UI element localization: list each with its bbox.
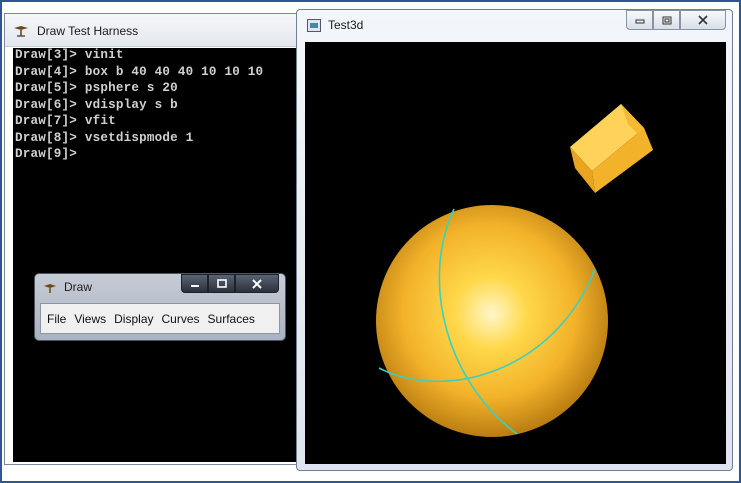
- viewer-minimize-button[interactable]: [626, 10, 653, 30]
- console-line: Draw[8]> vsetdispmode 1: [15, 130, 194, 145]
- console-output[interactable]: Draw[3]> vinit Draw[4]> box b 40 40 40 1…: [13, 48, 301, 462]
- draw-menubar: File Views Display Curves Surfaces: [40, 303, 280, 334]
- console-prompt[interactable]: Draw[9]>: [13, 147, 301, 164]
- close-button[interactable]: [235, 274, 279, 293]
- close-icon: [698, 15, 708, 25]
- viewer-title: Test3d: [328, 18, 364, 32]
- sphere-shape[interactable]: [376, 205, 608, 437]
- viewer-caption-buttons: [626, 10, 726, 30]
- menu-surfaces[interactable]: Surfaces: [208, 310, 255, 328]
- maximize-icon: [216, 279, 227, 288]
- harness-app-icon: [14, 26, 28, 37]
- console-window[interactable]: Draw Test Harness Draw[3]> vinit Draw[4]…: [4, 13, 302, 465]
- viewer-close-button[interactable]: [680, 10, 726, 30]
- menu-views[interactable]: Views: [74, 310, 106, 328]
- viewer-window[interactable]: Test3d: [296, 9, 733, 471]
- console-line: Draw[5]> psphere s 20: [15, 81, 178, 95]
- console-line: Draw[7]> vfit: [15, 114, 116, 128]
- console-title: Draw Test Harness: [37, 24, 139, 38]
- viewer-restore-button[interactable]: [653, 10, 680, 30]
- maximize-button[interactable]: [208, 274, 235, 293]
- viewer-app-icon: [307, 19, 321, 32]
- console-line: Draw[4]> box b 40 40 40 10 10 10: [15, 64, 264, 79]
- console-titlebar[interactable]: Draw Test Harness: [5, 14, 301, 47]
- close-icon: [252, 278, 262, 289]
- draw-window[interactable]: Draw File Views Display Curves Surfaces: [34, 273, 286, 341]
- draw-title: Draw: [64, 280, 93, 294]
- restore-icon: [662, 16, 671, 24]
- box-shape[interactable]: [570, 104, 653, 193]
- minimize-icon: [635, 19, 644, 24]
- draw-caption-buttons: [181, 274, 279, 293]
- draw-app-icon: [44, 284, 56, 293]
- minimize-icon: [190, 284, 199, 287]
- console-line: Draw[3]> vinit: [15, 48, 124, 62]
- minimize-button[interactable]: [181, 274, 208, 293]
- 3d-viewport[interactable]: [305, 42, 726, 464]
- menu-file[interactable]: File: [47, 310, 66, 328]
- console-line: Draw[6]> vdisplay s b: [15, 97, 178, 112]
- menu-curves[interactable]: Curves: [162, 310, 200, 328]
- 3d-scene: [376, 104, 653, 437]
- draw-titlebar[interactable]: Draw: [35, 274, 285, 301]
- viewer-titlebar[interactable]: Test3d: [297, 10, 732, 42]
- menu-display[interactable]: Display: [114, 310, 153, 328]
